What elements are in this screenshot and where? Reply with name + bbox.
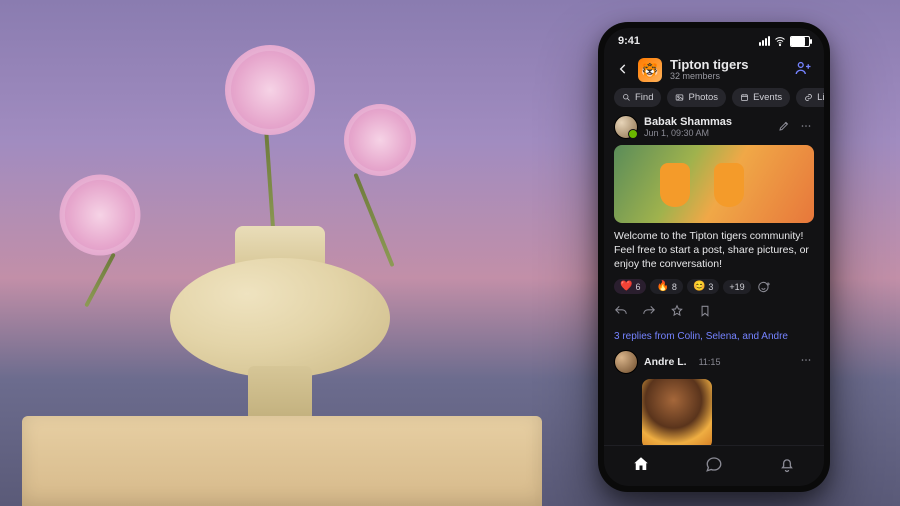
phone-frame: 9:41 🐯 Tipton tigers 32 members xyxy=(598,22,830,492)
status-bar: 9:41 xyxy=(604,28,824,54)
chat-icon xyxy=(705,455,723,473)
pencil-icon xyxy=(778,120,790,132)
tab-activity[interactable] xyxy=(778,455,796,478)
reply-timestamp: 11:15 xyxy=(699,357,721,367)
chip-label: Events xyxy=(753,92,782,103)
author-avatar[interactable] xyxy=(614,350,638,374)
star-icon xyxy=(670,304,684,318)
share-button[interactable] xyxy=(642,304,656,323)
replies-summary-link[interactable]: 3 replies from Colin, Selena, and Andre xyxy=(614,331,814,342)
presence-available-icon xyxy=(628,129,638,139)
share-icon xyxy=(642,304,656,318)
photo-icon xyxy=(675,93,684,102)
search-icon xyxy=(622,93,631,102)
home-icon xyxy=(632,455,650,473)
add-people-icon xyxy=(794,59,812,77)
post-body: Welcome to the Tipton tigers community! … xyxy=(614,229,814,272)
chip-label: Link xyxy=(817,92,824,103)
flower-stalk xyxy=(84,253,116,308)
flower-illustration xyxy=(344,104,416,176)
reply-overflow-button[interactable] xyxy=(798,352,814,371)
cell-signal-icon xyxy=(759,36,770,46)
chip-label: Find xyxy=(635,92,653,103)
community-header: 🐯 Tipton tigers 32 members xyxy=(604,54,824,88)
more-horizontal-icon xyxy=(800,354,812,366)
reaction-pill[interactable]: 🔥8 xyxy=(650,279,682,294)
chip-events[interactable]: Events xyxy=(732,88,790,107)
author-avatar[interactable] xyxy=(614,115,638,139)
emoji-add-icon xyxy=(757,280,771,294)
bell-icon xyxy=(778,455,796,473)
link-icon xyxy=(804,93,813,102)
reaction-overflow[interactable]: +19 xyxy=(723,280,750,294)
favorite-button[interactable] xyxy=(670,304,684,323)
invite-members-button[interactable] xyxy=(794,59,812,82)
wifi-icon xyxy=(774,35,786,47)
filter-chip-row: Find Photos Events Link xyxy=(604,88,824,115)
flower-illustration xyxy=(60,175,141,256)
table-illustration xyxy=(22,416,542,506)
chip-link[interactable]: Link xyxy=(796,88,824,107)
flower-stalk xyxy=(264,130,276,240)
flower-illustration xyxy=(225,45,315,135)
chip-label: Photos xyxy=(688,92,718,103)
reply-button[interactable] xyxy=(614,304,628,323)
reply-image[interactable] xyxy=(642,379,712,445)
feed-post: Babak Shammas Jun 1, 09:30 AM Welcome to… xyxy=(614,115,814,445)
community-title[interactable]: Tipton tigers xyxy=(670,58,748,71)
reply-author[interactable]: Andre L. xyxy=(644,356,687,368)
feed-reply: Andre L. 11:15 ❤️3 xyxy=(614,350,814,445)
promo-background: 9:41 🐯 Tipton tigers 32 members xyxy=(0,0,900,506)
app-screen: 9:41 🐯 Tipton tigers 32 members xyxy=(604,28,824,486)
post-overflow-button[interactable] xyxy=(798,118,814,137)
calendar-icon xyxy=(740,93,749,102)
post-action-row xyxy=(614,304,814,323)
more-horizontal-icon xyxy=(800,120,812,132)
post-image[interactable] xyxy=(614,145,814,223)
post-timestamp: Jun 1, 09:30 AM xyxy=(644,128,732,138)
tab-chat[interactable] xyxy=(705,455,723,478)
back-button[interactable] xyxy=(616,60,630,81)
add-reaction-button[interactable] xyxy=(755,278,773,296)
reply-icon xyxy=(614,304,628,318)
community-members-count: 32 members xyxy=(670,71,748,82)
status-time: 9:41 xyxy=(618,35,640,47)
community-feed[interactable]: Babak Shammas Jun 1, 09:30 AM Welcome to… xyxy=(604,115,824,445)
reaction-bar: ❤️6 🔥8 😊3 +19 xyxy=(614,278,814,296)
bottom-tab-bar xyxy=(604,445,824,486)
community-avatar[interactable]: 🐯 xyxy=(638,58,662,82)
tab-home[interactable] xyxy=(632,455,650,478)
vase-illustration xyxy=(170,226,390,426)
battery-icon xyxy=(790,36,810,47)
chip-find[interactable]: Find xyxy=(614,88,661,107)
reaction-pill[interactable]: 😊3 xyxy=(687,279,719,294)
post-author[interactable]: Babak Shammas xyxy=(644,116,732,128)
chip-photos[interactable]: Photos xyxy=(667,88,726,107)
reaction-pill[interactable]: ❤️6 xyxy=(614,279,646,294)
save-button[interactable] xyxy=(698,304,712,323)
chevron-left-icon xyxy=(616,62,630,76)
bookmark-icon xyxy=(698,304,712,318)
edit-post-button[interactable] xyxy=(776,118,792,137)
